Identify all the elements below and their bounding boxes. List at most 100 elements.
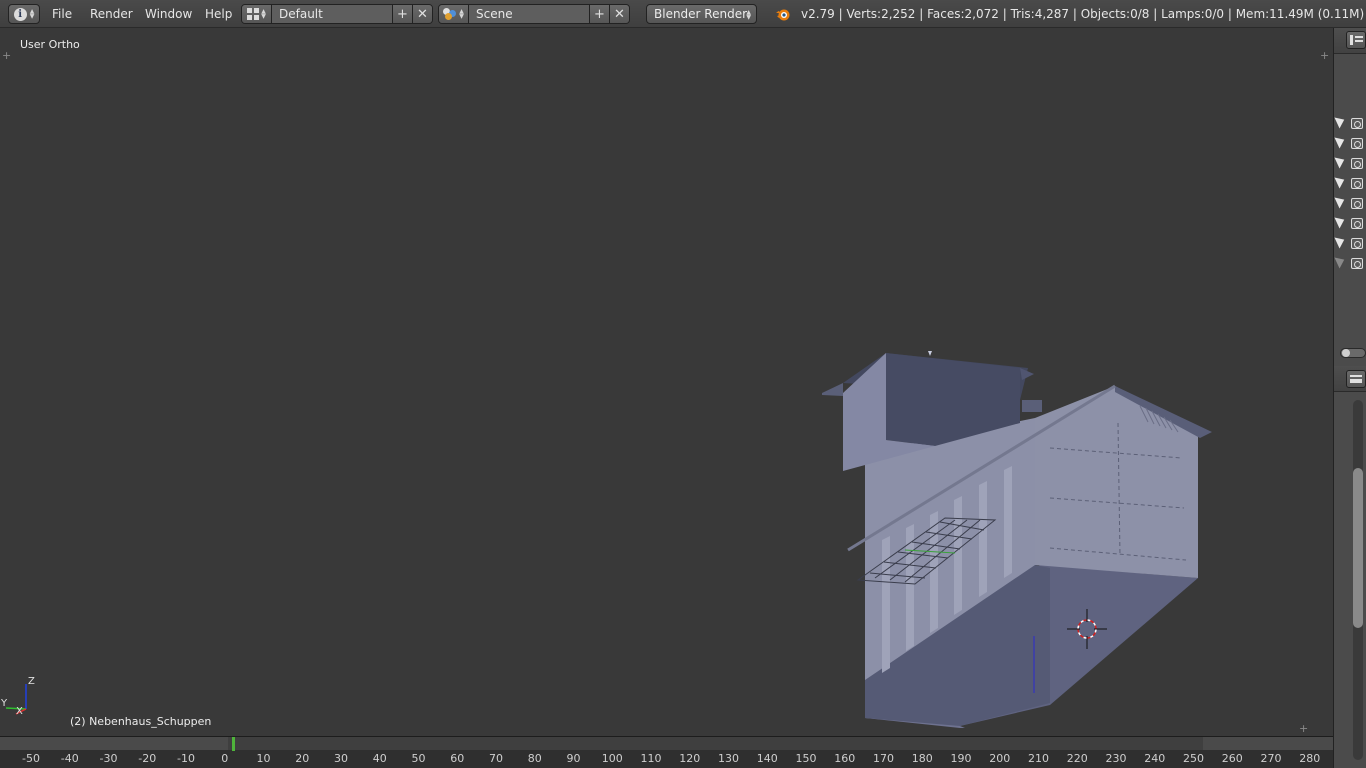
scene-name[interactable]: Scene: [469, 5, 589, 23]
screen-layout-browse-button[interactable]: ▲ ▼: [242, 5, 272, 23]
render-camera-icon[interactable]: [1351, 218, 1363, 229]
axis-z-label: Z: [28, 676, 35, 687]
frame-tick-label: 130: [718, 752, 739, 765]
outliner-editor-type-button[interactable]: [1346, 31, 1366, 49]
info-header: i ▲ ▼ File Render Window Help ▲ ▼ Default …: [0, 0, 1366, 28]
render-camera-icon[interactable]: [1351, 238, 1363, 249]
scene-render: [5, 351, 1212, 728]
updown-arrows-icon: ▲ ▼: [29, 8, 35, 20]
frame-ruler[interactable]: [0, 750, 1333, 768]
outliner-row[interactable]: [1334, 174, 1366, 191]
right-side-panel: [1333, 28, 1366, 768]
render-camera-icon[interactable]: [1351, 258, 1363, 269]
frame-tick-label: 150: [795, 752, 817, 765]
frame-tick-label: 20: [295, 752, 310, 765]
outliner-row[interactable]: [1334, 134, 1366, 151]
outliner-row[interactable]: [1334, 254, 1366, 271]
frame-tick-label: -40: [60, 752, 79, 765]
selectable-arrow-icon[interactable]: [1334, 134, 1347, 149]
scene-icon: [443, 8, 457, 20]
3d-viewport[interactable]: User Ortho + + + Z Y X (2) Nebenhaus_Sch…: [0, 28, 1333, 736]
selectable-arrow-icon[interactable]: [1334, 234, 1347, 249]
frame-tick-label: 120: [679, 752, 701, 765]
blender-window: i ▲ ▼ File Render Window Help ▲ ▼ Default …: [0, 0, 1366, 768]
selectable-arrow-icon[interactable]: [1334, 214, 1347, 229]
outliner-row[interactable]: [1334, 154, 1366, 171]
updown-arrows-icon: ▲ ▼: [261, 8, 266, 20]
add-screen-button[interactable]: +: [392, 5, 412, 23]
plus-icon: +: [594, 6, 605, 22]
render-camera-icon[interactable]: [1351, 138, 1363, 149]
scene-field: ▲ ▼ Scene + ✕: [438, 4, 630, 24]
outliner-row[interactable]: [1334, 114, 1366, 131]
properties-scrollbar-thumb[interactable]: [1353, 468, 1363, 628]
timeline-postroll-range: [1203, 737, 1333, 750]
building-mesh[interactable]: [822, 351, 1212, 728]
timeline-preroll-range: [0, 737, 228, 750]
frame-tick-label: 190: [950, 752, 972, 765]
frame-tick-label: 100: [601, 752, 623, 765]
frame-tick-label: 280: [1299, 752, 1321, 765]
selectable-arrow-icon[interactable]: [1334, 194, 1347, 209]
frame-tick-label: 210: [1028, 752, 1049, 765]
active-object-label: (2) Nebenhaus_Schuppen: [70, 715, 212, 728]
screen-layout-name[interactable]: Default: [272, 5, 392, 23]
properties-header: [1334, 366, 1366, 392]
frame-tick-label: 70: [489, 752, 503, 765]
frame-tick-label: 30: [334, 752, 348, 765]
frame-tick-label: -20: [138, 752, 157, 765]
frame-tick-label: 0: [221, 752, 229, 765]
render-camera-icon[interactable]: [1351, 158, 1363, 169]
menu-render[interactable]: Render: [90, 4, 133, 24]
selectable-arrow-icon[interactable]: [1334, 254, 1347, 269]
menu-window[interactable]: Window: [145, 4, 192, 24]
outliner-toggle[interactable]: [1340, 348, 1366, 358]
frame-tick-label: 60: [450, 752, 465, 765]
close-icon: ✕: [614, 6, 625, 22]
delete-screen-button[interactable]: ✕: [412, 5, 432, 23]
frame-tick-label: 50: [411, 752, 426, 765]
frame-tick-label: 230: [1105, 752, 1127, 765]
editor-type-selector[interactable]: i ▲ ▼: [8, 4, 40, 24]
scene-statistics: v2.79 | Verts:2,252 | Faces:2,072 | Tris…: [801, 7, 1366, 21]
updown-arrows-icon: ▲ ▼: [746, 9, 751, 21]
frame-tick-label: 240: [1144, 752, 1166, 765]
close-icon: ✕: [417, 6, 428, 22]
plus-icon: +: [397, 6, 408, 22]
layout-icon: [247, 8, 260, 20]
scene-browse-button[interactable]: ▲ ▼: [439, 5, 469, 23]
menu-help[interactable]: Help: [205, 4, 232, 24]
axis-y-label: Y: [1, 698, 8, 709]
timeline[interactable]: -50 -40 -30 -20 -10 0 10 20 30 40 50 60 70 80 90 100 110…: [0, 736, 1333, 768]
frame-tick-label: 160: [834, 752, 856, 765]
frame-tick-label: 220: [1066, 752, 1088, 765]
updown-arrows-icon: ▲ ▼: [459, 8, 464, 20]
add-scene-button[interactable]: +: [589, 5, 609, 23]
frame-tick-label: 270: [1260, 752, 1282, 765]
render-engine-dropdown[interactable]: Blender Render ▲ ▼: [646, 4, 757, 24]
frame-tick-label: 10: [256, 752, 271, 765]
delete-scene-button[interactable]: ✕: [609, 5, 629, 23]
outliner-row[interactable]: [1334, 214, 1366, 231]
frame-tick-label: -50: [22, 752, 40, 765]
frame-tick-label: 260: [1221, 752, 1243, 765]
frame-tick-label: 180: [911, 752, 933, 765]
blender-logo-icon: [776, 9, 790, 21]
frame-tick-label: -30: [99, 752, 118, 765]
frame-tick-label: 200: [989, 752, 1011, 765]
frame-tick-label: 170: [873, 752, 894, 765]
menu-file[interactable]: File: [52, 4, 72, 24]
render-camera-icon[interactable]: [1351, 178, 1363, 189]
render-engine-label: Blender Render: [654, 7, 748, 21]
axis-x-label: X: [16, 706, 23, 717]
frame-tick-label: 140: [756, 752, 778, 765]
current-frame-indicator[interactable]: [232, 737, 235, 751]
selectable-arrow-icon[interactable]: [1334, 114, 1347, 129]
outliner-row[interactable]: [1334, 194, 1366, 211]
render-camera-icon[interactable]: [1351, 198, 1363, 209]
outliner-row[interactable]: [1334, 234, 1366, 251]
render-camera-icon[interactable]: [1351, 118, 1363, 129]
selectable-arrow-icon[interactable]: [1334, 174, 1347, 189]
properties-editor-type-button[interactable]: [1346, 370, 1366, 388]
selectable-arrow-icon[interactable]: [1334, 154, 1347, 169]
